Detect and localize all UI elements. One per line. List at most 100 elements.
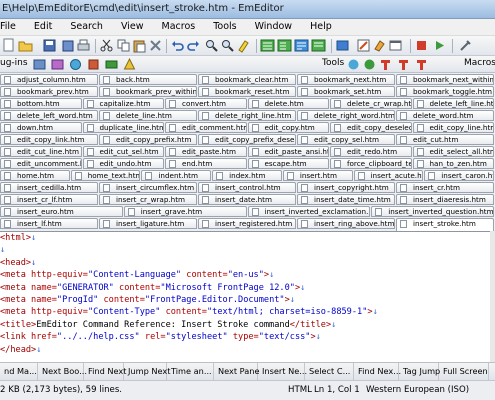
plugin-icon[interactable] xyxy=(122,57,137,72)
tab[interactable]: edit_uncomment.htm xyxy=(0,158,82,169)
function-key-button[interactable]: Next Pane xyxy=(214,363,260,380)
menu-edit[interactable]: Edit xyxy=(25,19,61,35)
tab[interactable]: delete_right_word.htm xyxy=(297,110,395,121)
tab[interactable]: insert_cr.htm xyxy=(396,182,494,193)
tool-icon[interactable] xyxy=(396,57,411,72)
tab[interactable]: insert_euro.htm xyxy=(0,206,123,217)
plugin-icon[interactable] xyxy=(50,57,65,72)
plugin-icon[interactable] xyxy=(68,57,83,72)
tab[interactable]: home_text.htm xyxy=(70,170,141,181)
tab[interactable]: bookmark_prev.htm xyxy=(0,86,98,97)
tab[interactable]: insert_cr_lf.htm xyxy=(0,194,98,205)
tab[interactable]: edit_copy_line.htm xyxy=(412,122,494,133)
tab[interactable]: back.htm xyxy=(99,74,197,85)
tab[interactable]: edit_copy_prefix.htm xyxy=(99,134,197,145)
function-key-button[interactable]: Find Next xyxy=(84,363,126,380)
copy-icon[interactable] xyxy=(116,38,131,53)
tab[interactable]: end.htm xyxy=(165,158,247,169)
menu-macros[interactable]: Macros xyxy=(153,19,205,35)
tool-icon[interactable] xyxy=(346,57,361,72)
vertical-scrollbar[interactable] xyxy=(490,231,495,362)
tab[interactable]: home.htm xyxy=(0,170,70,181)
function-key-button[interactable]: Time an... xyxy=(167,363,214,380)
tab[interactable]: bookmark_next.htm xyxy=(297,74,395,85)
tab[interactable]: insert_caron.htm xyxy=(424,170,494,181)
tab[interactable]: insert_lf.htm xyxy=(0,218,98,229)
function-key-button[interactable]: Full Screen xyxy=(439,363,489,380)
tab[interactable]: insert.htm xyxy=(282,170,353,181)
tab[interactable]: insert_copyright.htm xyxy=(297,182,395,193)
tab[interactable]: delete.htm xyxy=(247,98,329,109)
menu-window[interactable]: Window xyxy=(246,19,301,35)
menu-help[interactable]: Help xyxy=(301,19,341,35)
tab[interactable]: insert_acute.htm xyxy=(353,170,424,181)
tab[interactable]: edit_cut_line.htm xyxy=(0,146,82,157)
no-wrap-icon[interactable] xyxy=(260,38,275,53)
tab[interactable]: han_to_zen.htm xyxy=(412,158,494,169)
print-icon[interactable] xyxy=(76,38,91,53)
tab[interactable]: edit_copy_prefix_deselect.htm xyxy=(198,134,296,145)
tab[interactable]: delete_left_word.htm xyxy=(0,110,98,121)
tab[interactable]: insert_date.htm xyxy=(198,194,296,205)
tool-icon[interactable] xyxy=(378,57,393,72)
tab[interactable]: bookmark_set.htm xyxy=(297,86,395,97)
new-file-icon[interactable] xyxy=(1,38,16,53)
function-key-button[interactable]: Select C... xyxy=(305,363,354,380)
undo-icon[interactable] xyxy=(170,38,185,53)
tab[interactable]: force_clipboard_text.htm xyxy=(330,158,412,169)
open-folder-icon[interactable] xyxy=(18,38,33,53)
tab[interactable]: edit_paste.htm xyxy=(165,146,247,157)
tab[interactable]: adjust_column.htm xyxy=(0,74,98,85)
tab[interactable]: edit_copy_link.htm xyxy=(0,134,98,145)
find-next-icon[interactable] xyxy=(220,38,235,53)
tab[interactable]: edit_copy_sel.htm xyxy=(297,134,395,145)
tab[interactable]: convert.htm xyxy=(165,98,247,109)
properties-icon[interactable] xyxy=(372,38,387,53)
menu-search[interactable]: Search xyxy=(61,19,112,35)
function-key-button[interactable]: nd Ma... xyxy=(0,363,38,380)
tab[interactable]: delete_line.htm xyxy=(99,110,197,121)
highlight-icon[interactable] xyxy=(236,38,251,53)
plugin-icon[interactable] xyxy=(86,57,101,72)
tab-active[interactable]: insert_stroke.htm xyxy=(396,218,494,231)
tab[interactable]: delete_right_line.htm xyxy=(198,110,296,121)
mode-status[interactable]: HTML xyxy=(288,385,312,395)
wrap-by-chars-icon[interactable] xyxy=(277,38,292,53)
encoding-status[interactable]: Western European (ISO) xyxy=(366,385,469,395)
menu-view[interactable]: View xyxy=(112,19,153,35)
plugin-icon[interactable] xyxy=(32,57,47,72)
plugin-icon[interactable] xyxy=(104,57,119,72)
tab[interactable]: insert_ligature.htm xyxy=(99,218,197,229)
tab[interactable]: bookmark_reset.htm xyxy=(198,86,296,97)
function-key-button[interactable]: Tag Jump xyxy=(399,363,440,380)
tab[interactable]: insert_date_time.htm xyxy=(297,194,395,205)
tab[interactable]: insert_ring_above.htm xyxy=(297,218,395,229)
tab[interactable]: bookmark_prev_within.htm xyxy=(99,86,197,97)
tab[interactable]: edit_cut.htm xyxy=(396,134,494,145)
run-macro-icon[interactable] xyxy=(432,38,447,53)
tab[interactable]: insert_diaeresis.htm xyxy=(396,194,494,205)
save-all-icon[interactable] xyxy=(60,38,75,53)
configuration-icon[interactable] xyxy=(335,38,350,53)
tab[interactable]: insert_control.htm xyxy=(198,182,296,193)
record-macro-icon[interactable] xyxy=(414,38,429,53)
tab[interactable]: edit_redo.htm xyxy=(330,146,412,157)
tab[interactable]: insert_inverted_exclamation.htm xyxy=(247,206,371,217)
cut-icon[interactable] xyxy=(99,38,114,53)
tab[interactable]: insert_cedilla.htm xyxy=(0,182,98,193)
wrap-by-window-icon[interactable] xyxy=(294,38,309,53)
tab[interactable]: edit_comment.htm xyxy=(165,122,247,133)
save-icon[interactable] xyxy=(42,38,57,53)
menu-tools[interactable]: Tools xyxy=(204,19,245,35)
tool-icon[interactable] xyxy=(414,57,429,72)
tab[interactable]: escape.htm xyxy=(247,158,329,169)
tab[interactable]: edit_copy_deselect.htm xyxy=(330,122,412,133)
delete-icon[interactable] xyxy=(148,38,163,53)
menu-file[interactable]: File xyxy=(0,19,25,35)
tab[interactable]: delete_word.htm xyxy=(396,110,494,121)
tab[interactable]: insert_circumflex.htm xyxy=(99,182,197,193)
tab[interactable]: insert_cr_wrap.htm xyxy=(99,194,197,205)
function-key-button[interactable]: Insert Ne... xyxy=(258,363,307,380)
window-icon[interactable] xyxy=(388,38,403,53)
tab[interactable]: insert_inverted_question.htm xyxy=(371,206,494,217)
